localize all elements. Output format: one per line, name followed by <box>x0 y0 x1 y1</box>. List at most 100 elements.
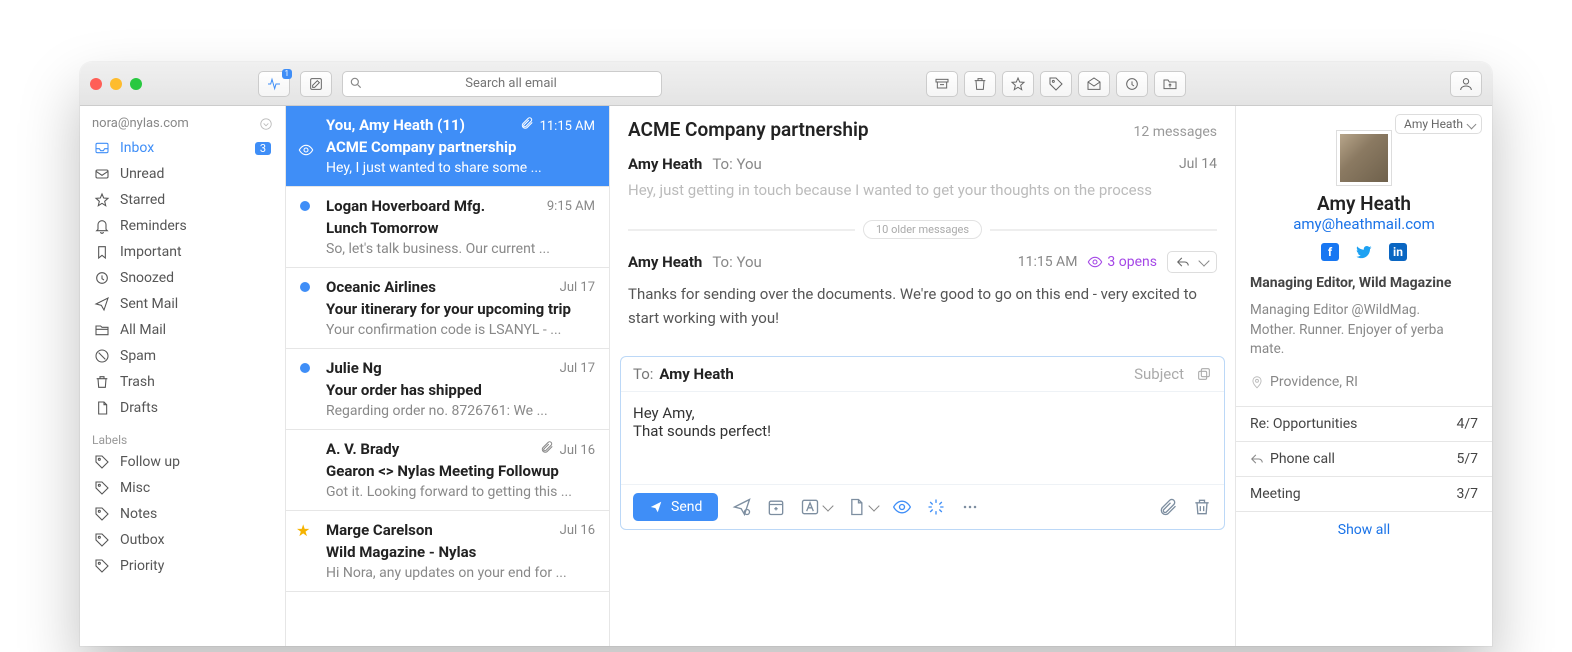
sidebar-item-important[interactable]: Important <box>84 239 281 265</box>
related-thread-meta: 5/7 <box>1456 451 1478 467</box>
sidebar-item-label: Inbox <box>120 140 154 156</box>
thread-subject: Gearon <> Nylas Meeting Followup <box>326 462 595 480</box>
window-toolbar: 1 <box>80 62 1492 106</box>
compose-button[interactable] <box>300 71 332 97</box>
message-collapsed[interactable]: Amy Heath To: You Jul 14 Hey, just getti… <box>610 149 1235 216</box>
linkedin-icon[interactable]: in <box>1389 243 1407 261</box>
sidebar-label-notes[interactable]: Notes <box>84 501 281 527</box>
compose-to-name[interactable]: Amy Heath <box>659 365 733 383</box>
compose-panel: To: Amy Heath Subject Hey Amy, That soun… <box>620 356 1225 530</box>
sidebar-label-misc[interactable]: Misc <box>84 475 281 501</box>
thread-from: Marge Carelson <box>326 521 433 539</box>
profile-socials: f in <box>1236 243 1492 261</box>
reply-menu[interactable] <box>1167 251 1217 273</box>
mark-read-button[interactable] <box>1078 71 1110 97</box>
thread-item[interactable]: Oceanic AirlinesJul 17Your itinerary for… <box>286 268 609 349</box>
twitter-icon[interactable] <box>1355 243 1373 261</box>
template-button[interactable] <box>846 497 878 517</box>
sidebar-item-label: Misc <box>120 480 150 496</box>
thread-preview: Got it. Looking forward to getting this … <box>326 484 595 500</box>
sidebar-label-outbox[interactable]: Outbox <box>84 527 281 553</box>
related-thread-item[interactable]: Meeting 3/7 <box>1236 477 1492 512</box>
sidebar-item-label: Priority <box>120 558 164 574</box>
sidebar-item-snoozed[interactable]: Snoozed <box>84 265 281 291</box>
thread-time: 9:15 AM <box>547 199 595 214</box>
archive-icon <box>934 76 950 92</box>
attach-button[interactable] <box>1158 497 1178 517</box>
activity-button[interactable]: 1 <box>258 71 290 97</box>
font-format-button[interactable] <box>800 497 832 517</box>
thread-item[interactable]: Logan Hoverboard Mfg. 9:15 AM Lunch Tomorr… <box>286 187 609 268</box>
sidebar-item-reminders[interactable]: Reminders <box>84 213 281 239</box>
send-later-icon[interactable] <box>732 497 752 517</box>
snooze-button[interactable] <box>1116 71 1148 97</box>
message-from: Amy Heath <box>628 155 702 173</box>
star-icon <box>1010 76 1026 92</box>
sidebar-item-trash[interactable]: Trash <box>84 369 281 395</box>
compose-body[interactable]: Hey Amy, That sounds perfect! <box>621 392 1224 484</box>
sidebar-label-follow-up[interactable]: Follow up <box>84 449 281 475</box>
sidebar-label-priority[interactable]: Priority <box>84 553 281 579</box>
thread-preview: Hey, I just wanted to share some ... <box>326 160 595 176</box>
close-window-button[interactable] <box>90 78 102 90</box>
facebook-icon[interactable]: f <box>1321 243 1339 261</box>
related-thread-item[interactable]: Phone call5/7 <box>1236 442 1492 477</box>
read-receipt-icon[interactable] <box>892 497 912 517</box>
sidebar-item-unread[interactable]: Unread <box>84 161 281 187</box>
chevron-down-icon <box>259 117 273 131</box>
thread-from: Logan Hoverboard Mfg. <box>326 197 485 215</box>
thread-item[interactable]: You, Amy Heath (11)11:15 AMACME Company … <box>286 106 609 187</box>
sidebar-item-sent-mail[interactable]: Sent Mail <box>84 291 281 317</box>
thread-item[interactable]: A. V. BradyJul 16Gearon <> Nylas Meeting… <box>286 430 609 511</box>
account-button[interactable] <box>1450 71 1482 97</box>
thread-count: 12 messages <box>1134 124 1218 140</box>
minimize-window-button[interactable] <box>110 78 122 90</box>
move-button[interactable] <box>1154 71 1186 97</box>
thread-item[interactable]: ★Marge CarelsonJul 16Wild Magazine - Nyl… <box>286 511 609 592</box>
link-tracking-icon[interactable] <box>926 497 946 517</box>
related-thread-label: Meeting <box>1250 486 1301 502</box>
more-icon[interactable] <box>960 497 980 517</box>
popout-icon[interactable] <box>1196 366 1212 382</box>
account-email: nora@nylas.com <box>92 116 189 131</box>
profile-email[interactable]: amy@heathmail.com <box>1236 215 1492 233</box>
thread-time: Jul 17 <box>560 280 595 295</box>
sidebar-item-drafts[interactable]: Drafts <box>84 395 281 421</box>
search-input[interactable] <box>342 71 662 97</box>
sidebar-item-spam[interactable]: Spam <box>84 343 281 369</box>
thread-time: Jul 16 <box>560 523 595 538</box>
delete-button[interactable] <box>964 71 996 97</box>
thread-item[interactable]: Julie NgJul 17Your order has shippedRega… <box>286 349 609 430</box>
account-header[interactable]: nora@nylas.com <box>80 106 285 135</box>
open-tracker: 3 opens <box>1087 254 1157 270</box>
schedule-icon[interactable] <box>766 497 786 517</box>
sidebar-item-inbox[interactable]: Inbox3 <box>84 135 281 161</box>
tag-button[interactable] <box>1040 71 1072 97</box>
thread-time: Jul 16 <box>540 440 595 458</box>
older-messages-label: 10 older messages <box>863 220 982 239</box>
labels-header: Labels <box>80 421 285 449</box>
draft-icon <box>94 400 110 416</box>
chevron-down-icon <box>823 500 834 511</box>
archive-button[interactable] <box>926 71 958 97</box>
sidebar-item-starred[interactable]: Starred <box>84 187 281 213</box>
compose-subject-label[interactable]: Subject <box>1134 365 1184 383</box>
stack-icon <box>94 322 110 338</box>
thread-subject: ACME Company partnership <box>326 138 595 156</box>
star-button[interactable] <box>1002 71 1034 97</box>
older-messages-toggle[interactable]: 10 older messages <box>628 220 1217 239</box>
trash-icon <box>972 76 988 92</box>
location-icon <box>1250 375 1264 389</box>
thread-from: Julie Ng <box>326 359 382 377</box>
related-thread-meta: 3/7 <box>1456 486 1478 502</box>
zoom-window-button[interactable] <box>130 78 142 90</box>
sidebar-item-all-mail[interactable]: All Mail <box>84 317 281 343</box>
send-button[interactable]: Send <box>633 493 718 521</box>
related-thread-item[interactable]: Re: Opportunities4/7 <box>1236 407 1492 442</box>
thread-list: You, Amy Heath (11)11:15 AMACME Company … <box>286 106 610 646</box>
show-all-link[interactable]: Show all <box>1236 512 1492 548</box>
sidebar-item-label: Important <box>120 244 182 260</box>
thread-subject: Lunch Tomorrow <box>326 219 595 237</box>
profile-selector[interactable]: Amy Heath <box>1395 114 1482 134</box>
discard-button[interactable] <box>1192 497 1212 517</box>
